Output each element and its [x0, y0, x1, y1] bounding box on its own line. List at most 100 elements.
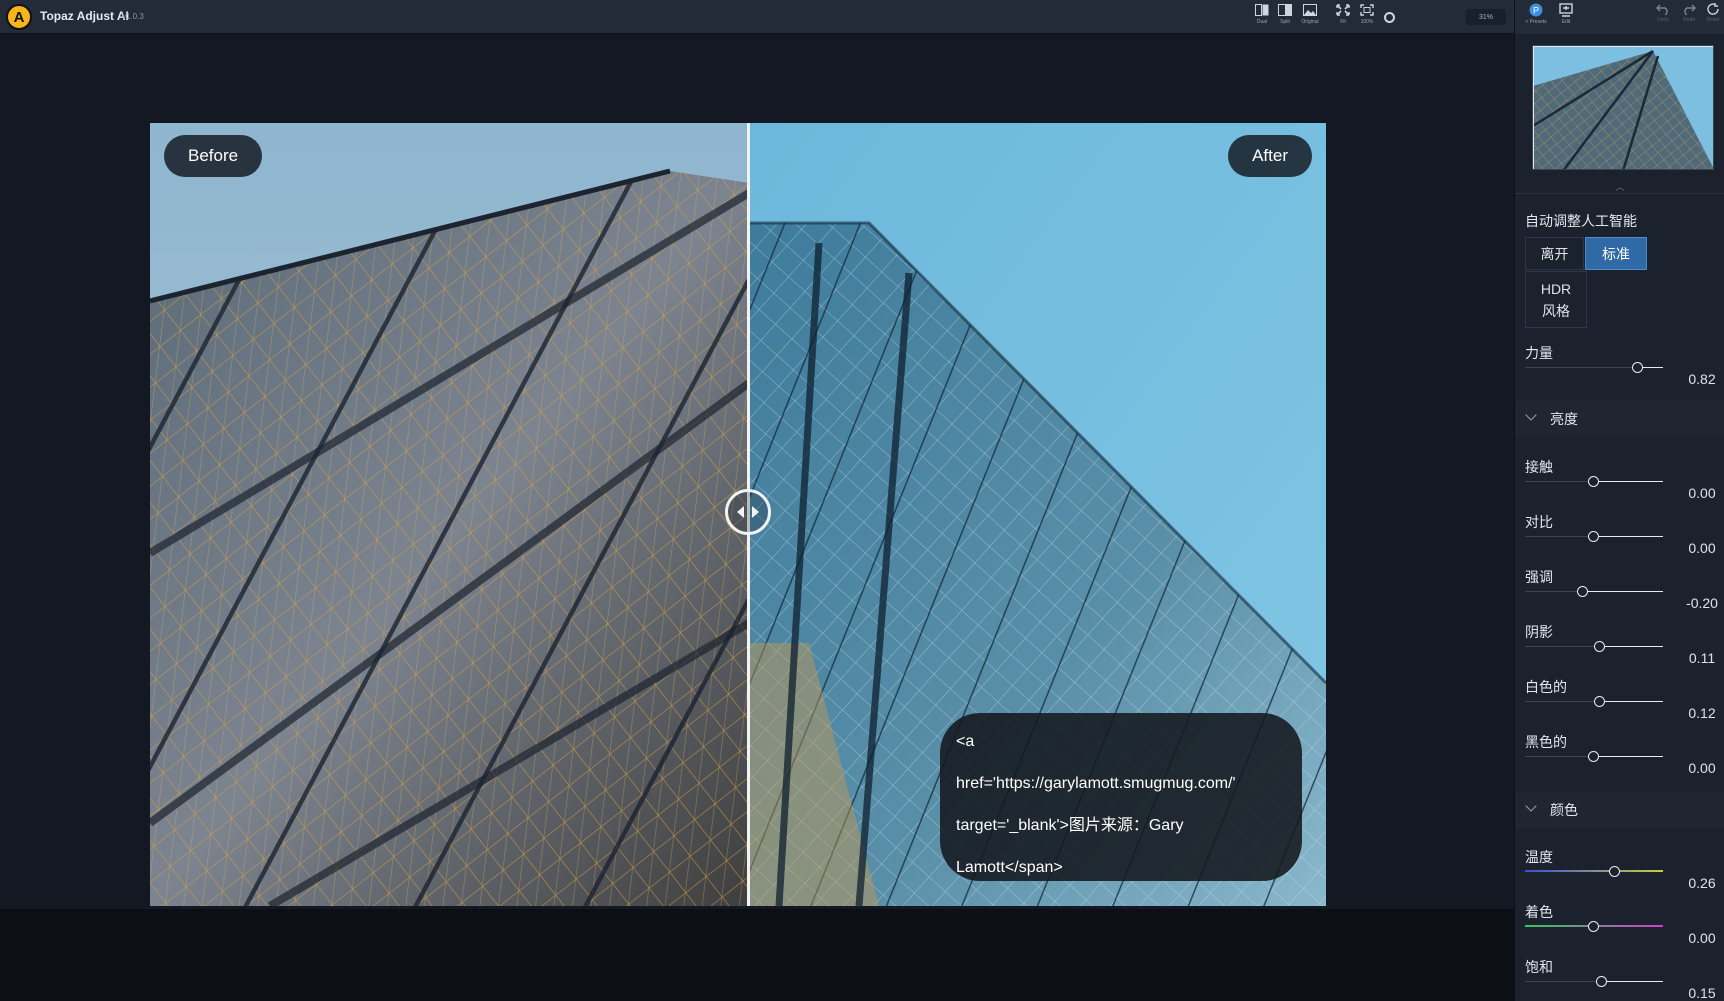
fit-button[interactable]: Fit	[1332, 3, 1354, 31]
slider-fill	[1599, 646, 1663, 647]
strength-slider[interactable]: 力量 0.82	[1515, 343, 1724, 393]
slider-value[interactable]: 0.00	[1679, 757, 1724, 779]
presets-tab[interactable]: P < Presets	[1525, 3, 1547, 31]
mode-standard-button[interactable]: 标准	[1585, 237, 1647, 270]
reset-button[interactable]: Reset	[1701, 3, 1724, 31]
redo-label: Redo	[1683, 17, 1695, 23]
presets-icon: P	[1529, 3, 1543, 17]
slider-value[interactable]: 0.00	[1679, 482, 1724, 504]
preview-toggle-icon[interactable]	[1384, 12, 1395, 23]
slider-fill	[1599, 701, 1663, 702]
brightness-group-header[interactable]: 亮度	[1515, 401, 1724, 437]
edit-tab-label: Edit	[1561, 19, 1571, 25]
slider-value[interactable]: 0.00	[1679, 927, 1724, 949]
undo-button[interactable]: Undo	[1651, 3, 1675, 31]
slider-fill	[1594, 756, 1663, 757]
edit-tab[interactable]: Edit	[1555, 3, 1577, 31]
dual-view-label: Dual	[1256, 19, 1268, 25]
color-group-title: 颜色	[1550, 802, 1578, 818]
slider-label: 饱和	[1525, 959, 1553, 975]
slider-label: 强调	[1525, 569, 1553, 585]
slider-label: 白色的	[1525, 679, 1567, 695]
slider-brightness-0[interactable]: 接触 0.00	[1515, 457, 1724, 507]
split-handle[interactable]	[725, 489, 771, 535]
svg-text:P: P	[1533, 6, 1539, 16]
slider-brightness-4[interactable]: 白色的 0.12	[1515, 677, 1724, 727]
slider-knob[interactable]	[1593, 641, 1605, 652]
slider-label: 温度	[1525, 849, 1553, 865]
dual-view-button[interactable]: Dual	[1251, 3, 1273, 31]
slider-knob[interactable]	[1588, 476, 1599, 487]
mode-hdr-button[interactable]: HDR风格	[1525, 271, 1587, 328]
slider-value[interactable]: 0.15	[1679, 982, 1724, 1001]
reset-icon	[1707, 3, 1719, 15]
slider-color-1[interactable]: 着色 0.00	[1515, 902, 1724, 952]
before-image	[150, 123, 749, 906]
after-label: After	[1228, 135, 1312, 177]
slider-knob[interactable]	[1588, 751, 1599, 762]
slider-value[interactable]: 0.12	[1679, 702, 1724, 724]
slider-fill	[1594, 536, 1663, 537]
split-view-button[interactable]: Split	[1274, 3, 1296, 31]
edit-icon	[1559, 3, 1573, 17]
slider-value[interactable]: 0.26	[1679, 872, 1724, 894]
credit-line[interactable]: href='https://garylamott.smugmug.com/'	[956, 763, 1286, 805]
split-view-label: Split	[1280, 19, 1290, 25]
slider-knob[interactable]	[1576, 586, 1588, 597]
slider-track[interactable]	[1525, 870, 1663, 872]
slider-fill	[1582, 591, 1663, 592]
slider-knob[interactable]	[1596, 976, 1608, 987]
chevron-down-icon	[1525, 409, 1537, 421]
slider-brightness-3[interactable]: 阴影 0.11	[1515, 622, 1724, 672]
actual-size-label: 100%	[1360, 19, 1374, 25]
slider-color-0[interactable]: 温度 0.26	[1515, 847, 1724, 897]
slider-label: 着色	[1525, 904, 1553, 920]
credit-line[interactable]: Lamott</span>	[956, 847, 1286, 889]
original-view-icon	[1302, 3, 1318, 17]
strength-value[interactable]: 0.82	[1679, 368, 1724, 390]
photo-comparison: Before After <a href='https://garylamott…	[150, 123, 1326, 906]
slider-label: 接触	[1525, 459, 1553, 475]
zoom-level[interactable]: 31%	[1466, 9, 1506, 25]
navigator-collapse-button[interactable]: ︿	[1515, 180, 1724, 194]
slider-value[interactable]: 0.11	[1679, 647, 1724, 669]
split-view-icon	[1277, 3, 1293, 17]
redo-button[interactable]: Redo	[1677, 3, 1701, 31]
actual-size-button[interactable]: 100%	[1356, 3, 1378, 31]
panel-header: P < Presets Edit Undo Redo Reset	[1515, 0, 1724, 34]
split-arrows-icon	[737, 506, 759, 518]
slider-color-2[interactable]: 饱和 0.15	[1515, 957, 1724, 1001]
slider-knob[interactable]	[1593, 696, 1605, 707]
dual-view-icon	[1254, 3, 1270, 17]
slider-brightness-5[interactable]: 黑色的 0.00	[1515, 732, 1724, 782]
actual-size-icon	[1359, 3, 1375, 17]
slider-value[interactable]: 0.00	[1679, 537, 1724, 559]
slider-brightness-1[interactable]: 对比 0.00	[1515, 512, 1724, 562]
app-version: v1.0.3	[122, 12, 144, 21]
slider-value[interactable]: -0.20	[1679, 592, 1724, 614]
slider-knob[interactable]	[1588, 531, 1599, 542]
redo-icon	[1684, 4, 1696, 15]
slider-knob[interactable]	[1632, 362, 1644, 373]
brightness-group-title: 亮度	[1550, 411, 1578, 427]
mode-off-button[interactable]: 离开	[1525, 237, 1584, 270]
presets-tab-label: < Presets	[1525, 19, 1547, 25]
slider-label: 阴影	[1525, 624, 1553, 640]
original-view-button[interactable]: Original	[1299, 3, 1321, 31]
strength-label: 力量	[1525, 345, 1553, 361]
before-label: Before	[164, 135, 263, 177]
slider-knob[interactable]	[1588, 921, 1599, 932]
image-canvas: Before After <a href='https://garylamott…	[0, 35, 1514, 909]
navigator-thumbnail[interactable]	[1532, 45, 1714, 170]
slider-fill	[1594, 481, 1663, 482]
auto-ai-title: 自动调整人工智能	[1525, 213, 1637, 229]
chevron-down-icon	[1525, 800, 1537, 812]
slider-brightness-2[interactable]: 强调 -0.20	[1515, 567, 1724, 617]
color-group-header[interactable]: 颜色	[1515, 792, 1724, 828]
topaz-logo-icon: A	[6, 4, 32, 30]
slider-knob[interactable]	[1608, 866, 1620, 877]
original-view-label: Original	[1301, 19, 1319, 25]
credit-line[interactable]: target='_blank'>图片来源：Gary	[956, 805, 1286, 847]
fit-label: Fit	[1340, 19, 1346, 25]
undo-label: Undo	[1657, 17, 1669, 23]
